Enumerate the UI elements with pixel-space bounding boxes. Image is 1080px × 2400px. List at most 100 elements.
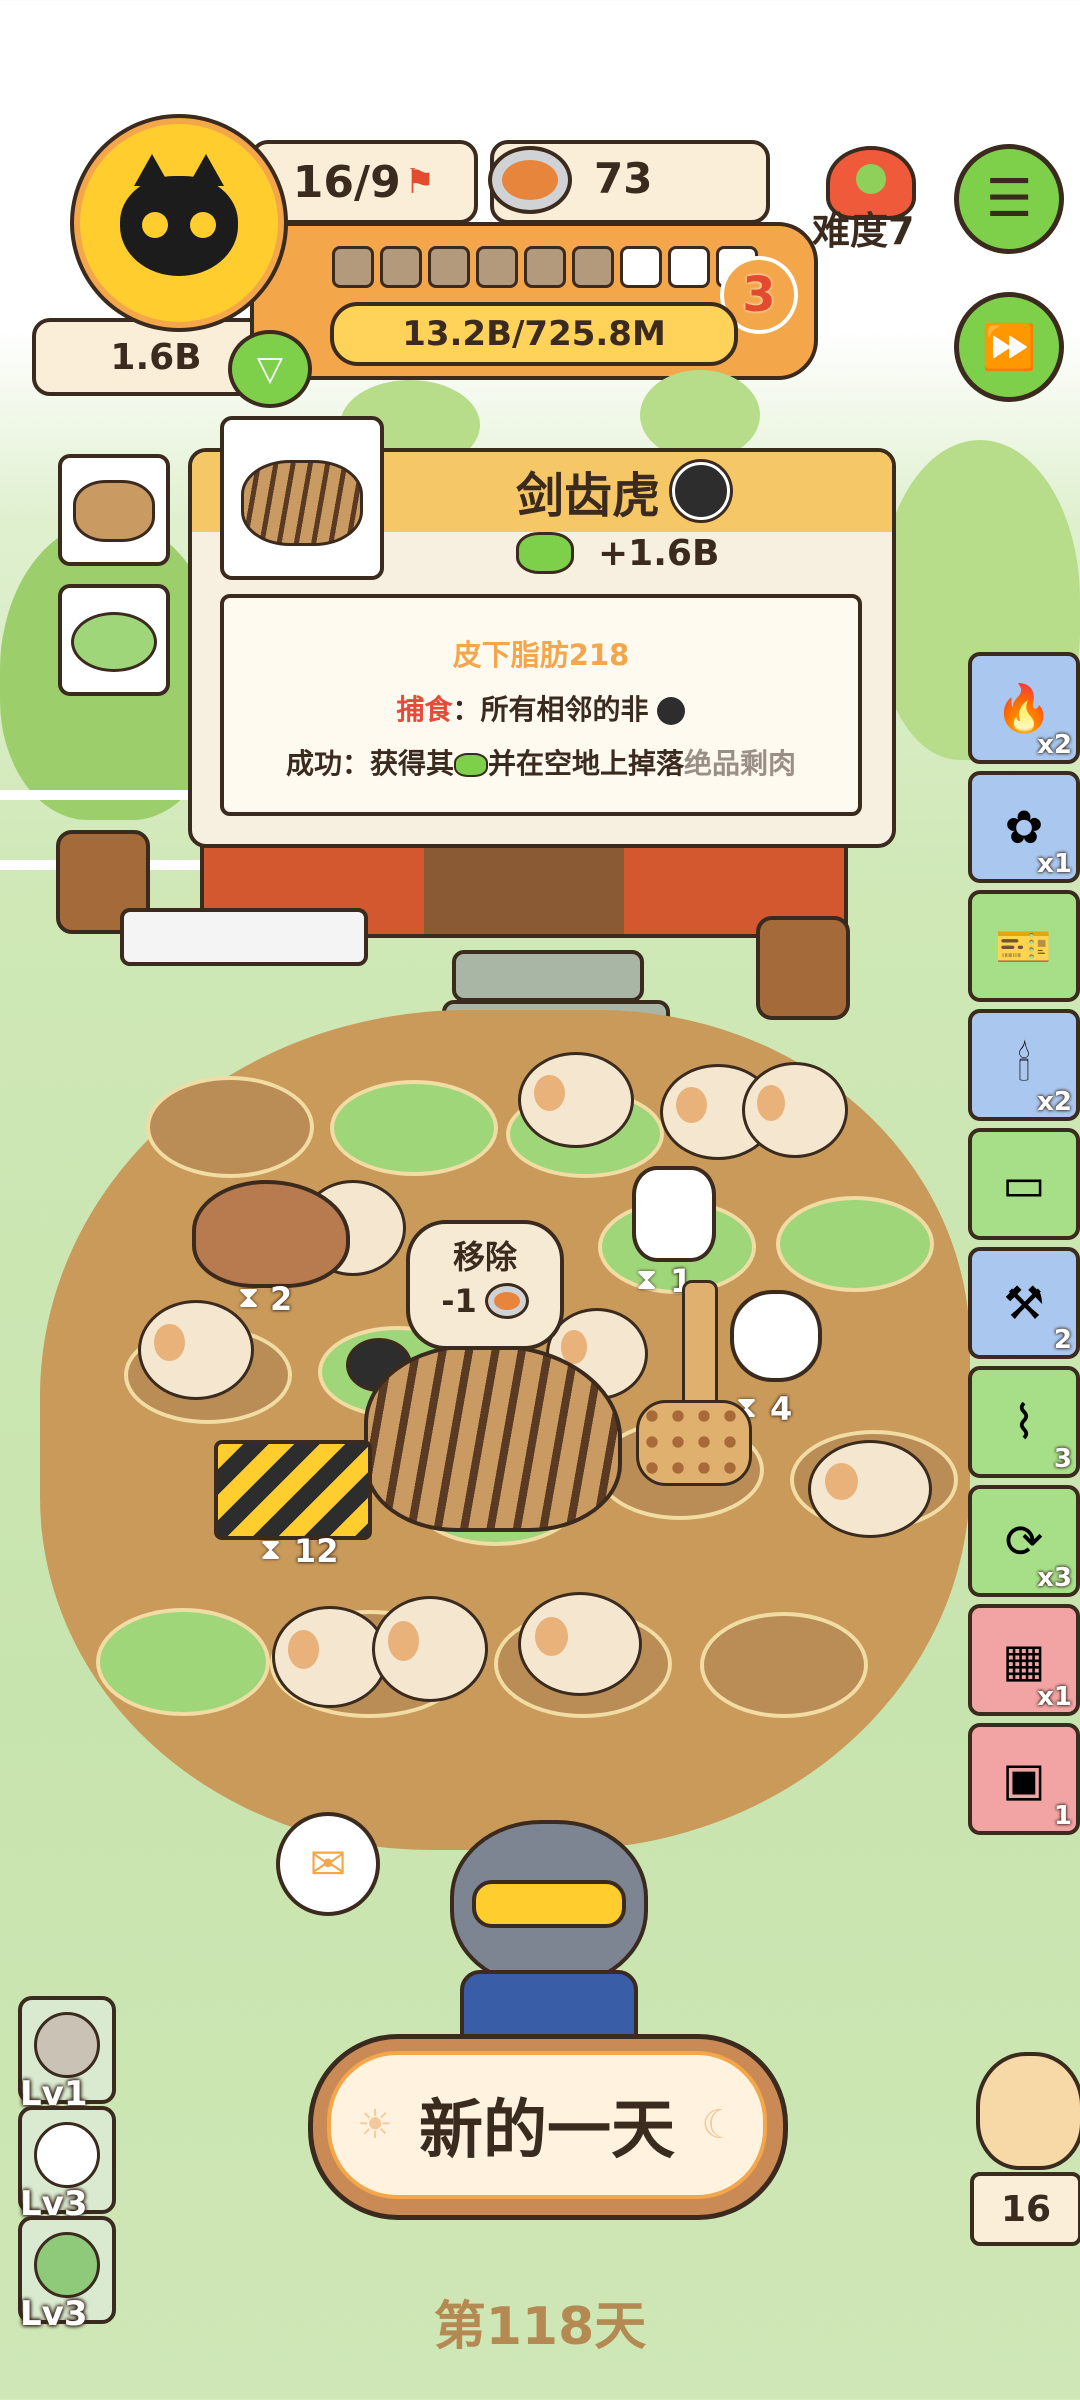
hourglass-icon: ⧗	[260, 1532, 282, 1567]
plot-dirt[interactable]	[146, 1076, 314, 1178]
hamster[interactable]	[518, 1052, 634, 1148]
side-item-fire[interactable]: 🔥 x2	[968, 652, 1080, 764]
side-item-seed-bag[interactable]: ✿ x1	[968, 771, 1080, 883]
predator-icon	[672, 462, 731, 520]
coupon-icon: ⟳	[1004, 1514, 1044, 1568]
saber-tooth-tiger-icon	[73, 480, 155, 542]
owl-count: 16	[1000, 2188, 1052, 2230]
level-icon[interactable]: Lv3	[18, 2106, 116, 2224]
side-item-count: 3	[1053, 1444, 1072, 1474]
stone-slab-1	[452, 950, 644, 1002]
menu-button[interactable]: ☰	[954, 144, 1064, 254]
sun-icon: ☀	[357, 2102, 393, 2148]
side-item-candle-cake[interactable]: 🕯 x2	[968, 1009, 1080, 1121]
level-icon[interactable]: Lv3	[18, 2216, 116, 2334]
seed-bag-icon: ✿	[1004, 800, 1044, 854]
capacity-value: 16/9	[292, 156, 401, 208]
hamster[interactable]	[808, 1440, 932, 1538]
side-item-count: x2	[1037, 1087, 1072, 1117]
new-day-button[interactable]: ☀ 新的一天 ☾	[308, 2034, 788, 2220]
food-panel: 73	[488, 140, 770, 224]
bush-icon	[71, 612, 157, 672]
popup-portrait	[220, 416, 384, 580]
success-text: 并在空地上掉落	[487, 747, 684, 780]
expand-button[interactable]: ▽	[228, 330, 312, 408]
food-value: 73	[594, 154, 653, 203]
side-item-shovel[interactable]: ⚒ 2	[968, 1247, 1080, 1359]
flower-icon	[856, 164, 886, 194]
segment-empty	[620, 246, 662, 288]
grill-icon: ▦	[1002, 1633, 1046, 1687]
owl-widget[interactable]: 16	[970, 2052, 1080, 2246]
hud-top: 1.6B 16/9 ⚑ 73 3 13.2B/725.8M ▽ 难度7 ☰ ⏩	[0, 0, 1080, 408]
side-item-safe[interactable]: ▣ 1	[968, 1723, 1080, 1835]
side-item-card[interactable]: ▭	[968, 1128, 1080, 1240]
thumbnail-bush[interactable]	[58, 584, 170, 696]
certificate-bubble[interactable]: ✉	[276, 1812, 380, 1916]
giraffe[interactable]	[636, 1280, 752, 1530]
side-item-coupon[interactable]: ⟳ x3	[968, 1485, 1080, 1597]
hamster[interactable]	[742, 1062, 848, 1158]
popup-success-line: 成功：获得其 并在空地上掉落绝品剩肉	[224, 742, 858, 782]
hamster[interactable]	[372, 1596, 488, 1702]
popup-gain: +1.6B	[598, 532, 720, 574]
candle-cake-icon: 🕯	[1017, 1037, 1031, 1091]
tree-top-right	[640, 370, 760, 460]
plot-dirt[interactable]	[700, 1612, 868, 1718]
saber-tooth-tiger[interactable]	[364, 1344, 622, 1532]
goat[interactable]	[632, 1166, 716, 1262]
remove-label: 移除	[452, 1238, 517, 1276]
player-avatar[interactable]	[74, 118, 284, 328]
thumbnail-tiger[interactable]	[58, 454, 170, 566]
hamster[interactable]	[518, 1592, 642, 1696]
hamster[interactable]	[272, 1606, 388, 1708]
level-label: Lv3	[20, 2294, 88, 2334]
popup-gain-row: +1.6B	[516, 532, 719, 574]
progress-segments	[332, 246, 758, 288]
side-item-fence[interactable]: ⌇ 3	[968, 1366, 1080, 1478]
card-icon: ▭	[1002, 1157, 1046, 1211]
black-cat-icon	[120, 154, 238, 276]
segment-filled	[380, 246, 422, 288]
goggles-icon	[472, 1880, 626, 1928]
segment-filled	[332, 246, 374, 288]
road-barrier[interactable]	[214, 1440, 372, 1540]
can-icon	[484, 1283, 529, 1319]
barrel-right	[756, 916, 850, 1020]
remove-bubble[interactable]: 移除 -1	[406, 1220, 564, 1350]
popup-title: 剑齿虎	[516, 468, 661, 524]
plot-grass[interactable]	[96, 1608, 270, 1716]
ticket-icon: 🎫	[995, 918, 1053, 973]
chevron-down-icon: ▽	[256, 349, 284, 389]
predator-icon	[657, 697, 686, 725]
owl-icon	[976, 2052, 1080, 2170]
safe-icon: ▣	[1002, 1752, 1046, 1806]
segment-filled	[476, 246, 518, 288]
plot-grass[interactable]	[330, 1080, 498, 1176]
raccoon-character[interactable]	[420, 1800, 670, 2068]
shovel-icon: ⚒	[1003, 1276, 1045, 1330]
hamster[interactable]	[138, 1300, 254, 1400]
fast-forward-button[interactable]: ⏩	[954, 292, 1064, 402]
money-icon	[453, 753, 488, 777]
barrier-count: 12	[294, 1532, 339, 1570]
side-item-count: x3	[1037, 1563, 1072, 1593]
money-icon	[516, 532, 574, 574]
level-badge-value: 3	[742, 267, 776, 323]
creature-icon	[34, 2232, 100, 2298]
level-icon[interactable]: Lv1	[18, 1996, 116, 2114]
plot-grass[interactable]	[776, 1196, 934, 1292]
carrot-planter	[120, 908, 368, 966]
segment-empty	[668, 246, 710, 288]
side-item-ticket[interactable]: 🎫	[968, 890, 1080, 1002]
side-item-grill[interactable]: ▦ x1	[968, 1604, 1080, 1716]
success-item: 绝品剩肉	[684, 747, 797, 780]
popup-desc-box: 皮下脂肪218 捕食：所有相邻的非 成功：获得其 并在空地上掉落绝品剩肉	[220, 594, 862, 816]
fast-forward-icon: ⏩	[981, 322, 1037, 373]
day-counter: 第118天	[433, 2297, 647, 2357]
side-item-count: 2	[1053, 1325, 1072, 1355]
segment-filled	[428, 246, 470, 288]
segment-filled	[524, 246, 566, 288]
side-item-count: x1	[1037, 849, 1072, 879]
popup-trait: 皮下脂肪218	[452, 638, 630, 672]
